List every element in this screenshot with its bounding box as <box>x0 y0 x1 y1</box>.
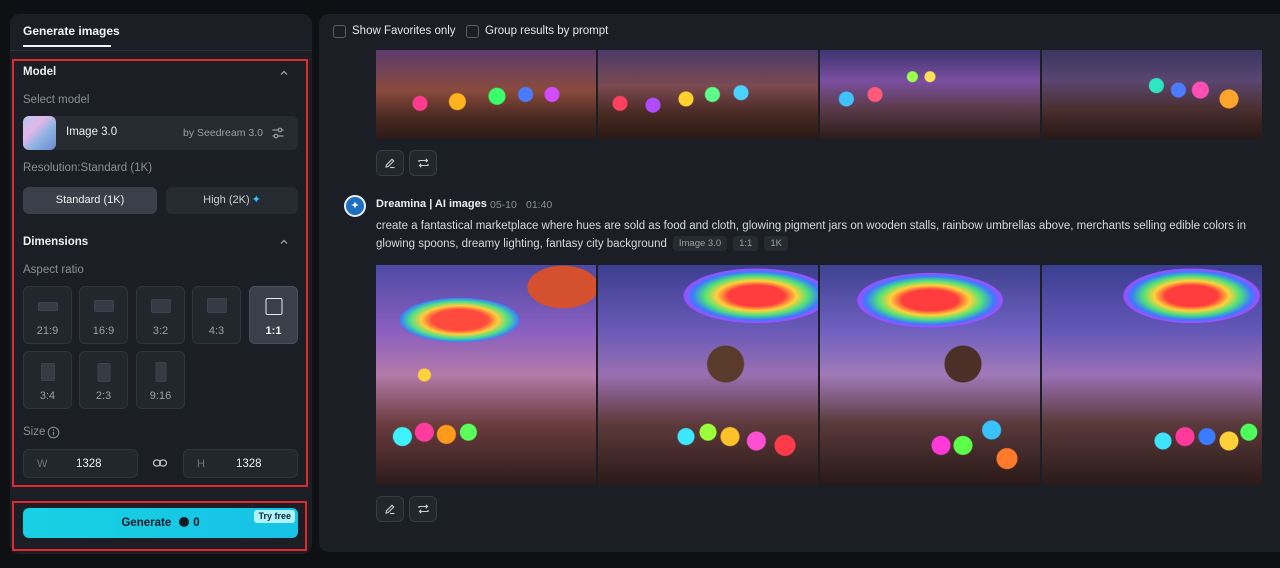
ratio-21-9[interactable]: 21:9 <box>23 286 72 344</box>
ratio-shape-icon <box>40 363 55 381</box>
credit-count: 0 <box>193 517 200 529</box>
group-by-prompt-checkbox[interactable] <box>466 25 479 38</box>
generated-image[interactable] <box>820 265 1040 485</box>
generated-image[interactable] <box>598 50 818 139</box>
generated-image[interactable] <box>1042 50 1262 139</box>
model-name: Image 3.0 <box>66 126 118 138</box>
ratio-shape-icon <box>155 362 166 382</box>
size-label: Size <box>23 426 46 438</box>
select-model-label: Select model <box>23 94 90 106</box>
entry-time: 01:40 <box>526 199 553 211</box>
prompt-text[interactable]: create a fantastical marketplace where h… <box>376 217 1276 253</box>
resolution-high-label: High (2K) <box>203 194 250 206</box>
info-icon[interactable] <box>47 426 60 439</box>
previous-results-row <box>376 50 1262 139</box>
group-by-prompt-label[interactable]: Group results by prompt <box>485 25 608 37</box>
generated-image[interactable] <box>376 265 596 485</box>
try-free-badge: Try free <box>254 510 295 523</box>
link-icon[interactable] <box>152 456 168 470</box>
tag-model: Image 3.0 <box>672 236 728 251</box>
author-name: Dreamina | AI images <box>376 198 487 210</box>
sliders-icon[interactable] <box>271 126 285 140</box>
edit-button[interactable] <box>376 496 404 522</box>
chevron-up-icon[interactable] <box>277 66 291 80</box>
entry-date: 05-10 <box>490 199 517 211</box>
show-favorites-label[interactable]: Show Favorites only <box>352 25 456 37</box>
repeat-icon <box>418 158 429 168</box>
ratio-label: 9:16 <box>149 390 172 402</box>
generate-label: Generate <box>121 517 172 529</box>
ratio-label: 16:9 <box>92 325 115 337</box>
repeat-icon <box>418 504 429 514</box>
divider <box>10 50 312 51</box>
regenerate-button[interactable] <box>409 150 437 176</box>
ratio-shape-icon <box>265 298 282 315</box>
model-provider: by Seedream 3.0 <box>183 127 263 139</box>
resolution-standard-button[interactable]: Standard (1K) <box>23 187 157 214</box>
ratio-shape-icon <box>37 302 58 311</box>
prompt-content: create a fantastical marketplace where h… <box>376 220 1247 250</box>
ratio-9-16[interactable]: 9:16 <box>136 351 185 409</box>
tag-ratio: 1:1 <box>733 236 759 251</box>
pencil-icon <box>385 158 395 169</box>
regenerate-button[interactable] <box>409 496 437 522</box>
ratio-16-9[interactable]: 16:9 <box>79 286 128 344</box>
width-value: 1328 <box>76 458 102 470</box>
pencil-icon <box>385 504 395 515</box>
chevron-up-icon[interactable] <box>277 235 291 249</box>
results-panel: Show Favorites only Group results by pro… <box>319 14 1280 552</box>
active-tab-indicator <box>23 45 111 47</box>
width-field[interactable]: W 1328 <box>23 449 138 478</box>
dimensions-section-title: Dimensions <box>23 236 89 248</box>
generate-button[interactable]: Generate 0 Try free <box>23 508 298 538</box>
model-section-title: Model <box>23 66 57 78</box>
show-favorites-checkbox[interactable] <box>333 25 346 38</box>
ratio-label: 4:3 <box>208 325 225 337</box>
height-field[interactable]: H 1328 <box>183 449 298 478</box>
ratio-label: 1:1 <box>265 325 282 337</box>
ratio-label: 3:2 <box>152 325 169 337</box>
ratio-shape-icon <box>206 298 227 313</box>
ratio-shape-icon <box>97 363 110 382</box>
ratio-3-2[interactable]: 3:2 <box>136 286 185 344</box>
sparkle-icon: ✦ <box>251 194 261 206</box>
resolution-label: Resolution:Standard (1K) <box>23 162 153 174</box>
ratio-label: 3:4 <box>39 390 56 402</box>
generated-image[interactable] <box>820 50 1040 139</box>
ratio-2-3[interactable]: 2:3 <box>79 351 128 409</box>
width-prefix: W <box>37 458 48 470</box>
ratio-3-4[interactable]: 3:4 <box>23 351 72 409</box>
credit-icon <box>179 517 190 527</box>
ratio-shape-icon <box>150 299 171 313</box>
ratio-shape-icon <box>93 300 114 312</box>
ratio-label: 2:3 <box>95 390 112 402</box>
tag-resolution: 1K <box>764 236 788 251</box>
ratio-label: 21:9 <box>36 325 59 337</box>
aspect-ratio-label: Aspect ratio <box>23 264 84 276</box>
resolution-high-button[interactable]: High (2K) ✦ <box>166 187 298 214</box>
model-thumbnail <box>23 116 56 150</box>
star-icon: ✦ <box>350 200 360 212</box>
model-selector[interactable]: Image 3.0 by Seedream 3.0 <box>23 116 298 150</box>
generated-image[interactable] <box>1042 265 1262 485</box>
generated-image[interactable] <box>376 50 596 139</box>
ratio-1-1[interactable]: 1:1 <box>249 286 298 344</box>
edit-button[interactable] <box>376 150 404 176</box>
dreamina-avatar: ✦ <box>344 195 366 217</box>
height-prefix: H <box>197 458 205 470</box>
tab-generate-images[interactable]: Generate images <box>23 24 120 38</box>
result-images-row <box>376 265 1262 485</box>
ratio-4-3[interactable]: 4:3 <box>192 286 241 344</box>
generated-image[interactable] <box>598 265 818 485</box>
height-value: 1328 <box>236 458 262 470</box>
